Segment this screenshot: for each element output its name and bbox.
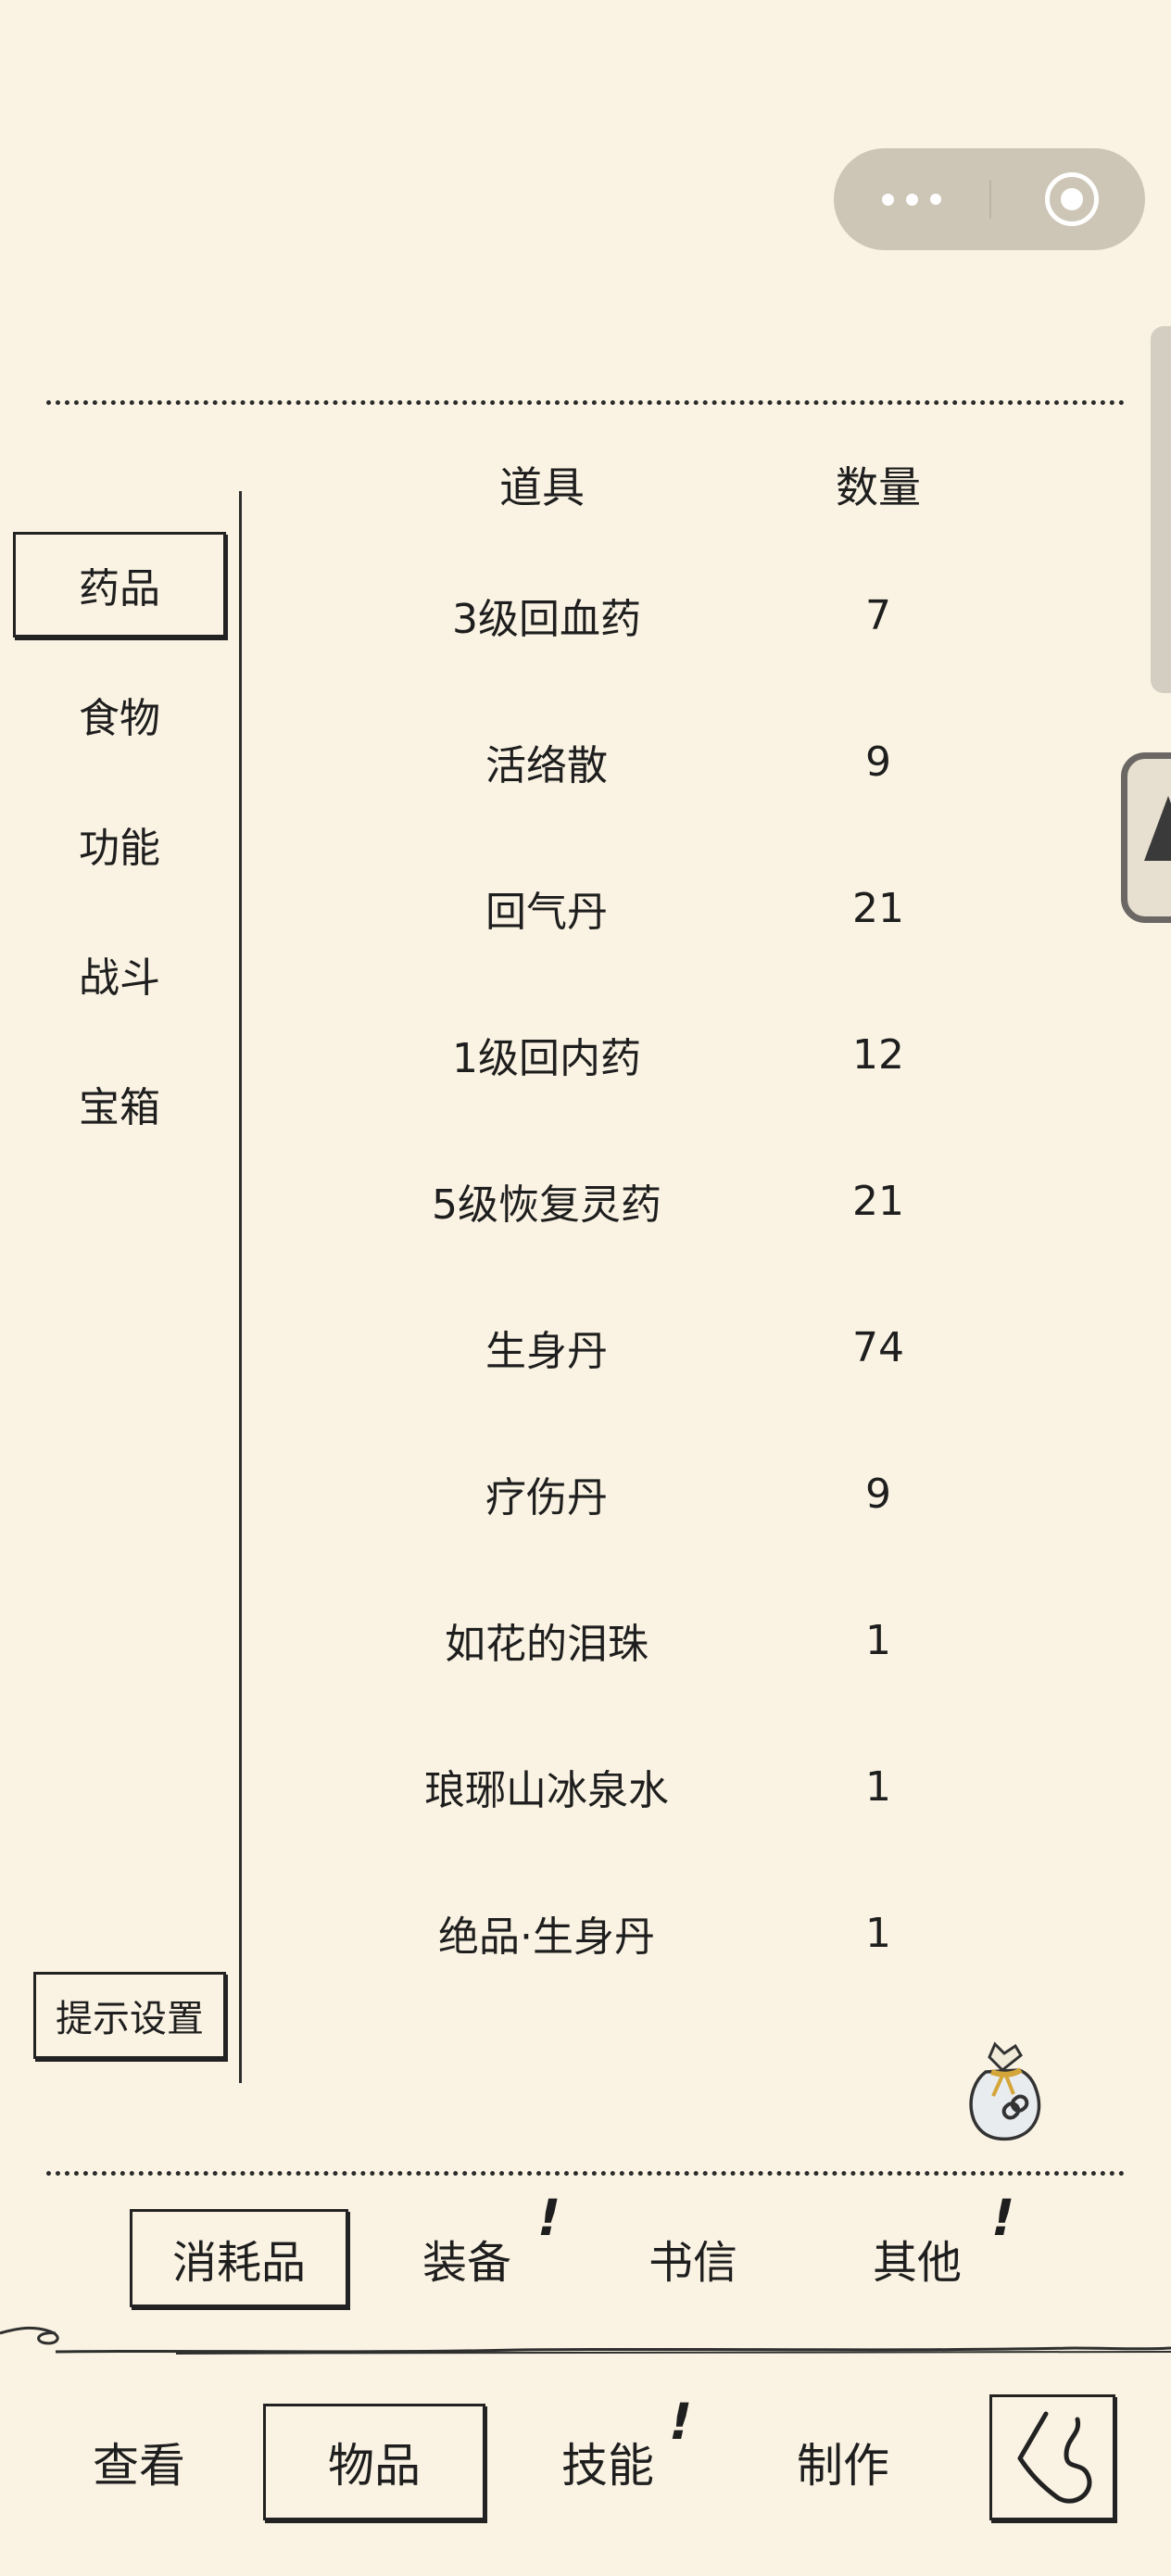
category-item[interactable]: 战斗 [13,921,226,1027]
bottom-dotted-divider [46,2171,1125,2176]
item-quantity: 12 [852,1030,904,1079]
item-quantity: 1 [865,1616,891,1664]
item-quantity: 1 [865,1909,891,1957]
item-quantity: 9 [865,738,891,786]
item-name: 生身丹 [485,1328,608,1375]
item-quantity: 74 [852,1323,904,1371]
decorative-cloud-divider [0,2326,1171,2355]
more-dots-icon[interactable] [834,148,991,250]
nav-tab[interactable]: 技能 [534,2404,682,2520]
nav-tab[interactable]: 查看 [65,2404,213,2520]
item-name: 1级回内药 [452,1035,641,1082]
target-close-icon[interactable] [1045,172,1099,226]
top-dotted-divider [46,400,1125,405]
category-item[interactable]: 功能 [13,791,226,897]
notification-mark: ! [662,2393,699,2451]
item-name: 绝品·生身丹 [438,1913,655,1961]
column-header-quantity: 数量 [836,462,921,512]
item-name: 活络散 [485,742,608,789]
item-name: 疗伤丹 [485,1474,608,1522]
item-quantity: 9 [865,1470,891,1518]
notification-mark: ! [985,2189,1021,2247]
back-arrow-icon [1017,2411,1092,2504]
sub-tab[interactable]: 书信 [611,2209,774,2307]
item-quantity: 21 [852,884,904,932]
sub-tab[interactable]: 装备 [393,2209,541,2307]
side-scroll-handle[interactable] [1151,326,1171,693]
sub-tab[interactable]: 其他 [834,2209,1001,2307]
item-name: 回气丹 [485,889,608,936]
category-item[interactable]: 药品 [13,532,226,638]
item-name: 琅琊山冰泉水 [424,1767,669,1814]
item-name: 5级恢复灵药 [432,1181,661,1229]
item-bag-icon[interactable] [954,2039,1056,2150]
nav-tab[interactable]: 物品 [263,2404,485,2520]
category-item[interactable]: 食物 [13,662,226,767]
capsule-divider [989,180,991,219]
mini-program-capsule [834,148,1145,250]
floating-avatar-button[interactable] [1121,752,1171,923]
item-name: 如花的泪珠 [445,1621,648,1668]
hint-settings-button[interactable]: 提示设置 [33,1972,226,2059]
item-name: 3级回血药 [452,596,641,643]
column-header-item: 道具 [499,462,585,512]
sidebar-divider [239,491,242,2083]
category-item[interactable]: 宝箱 [13,1051,226,1156]
nav-tab[interactable]: 制作 [769,2404,917,2520]
back-button[interactable] [989,2394,1115,2520]
sub-tab[interactable]: 消耗品 [130,2209,348,2307]
notification-mark: ! [531,2189,567,2247]
item-quantity: 1 [865,1762,891,1811]
item-quantity: 7 [865,591,891,639]
item-quantity: 21 [852,1177,904,1225]
